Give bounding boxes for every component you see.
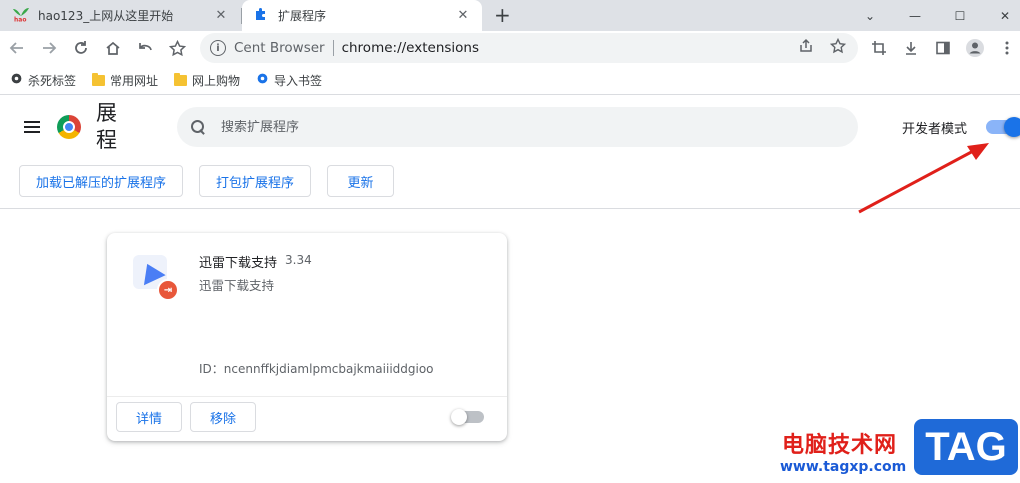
hao123-icon: hao	[12, 6, 30, 25]
back-icon[interactable]	[6, 37, 28, 59]
hamburger-menu-icon[interactable]	[24, 121, 40, 133]
gear-dark-icon	[10, 72, 23, 88]
puzzle-icon	[254, 6, 270, 25]
search-bar[interactable]	[177, 107, 858, 147]
browser-logo-icon	[57, 115, 81, 139]
bookmark-label: 常用网址	[110, 73, 159, 88]
bookmark-star-icon[interactable]	[829, 37, 847, 58]
search-icon	[191, 120, 205, 134]
extension-card: ⇥ 迅雷下载支持 3.34 迅雷下载支持 ID：ncennffkjdiamlpm…	[107, 233, 507, 441]
folder-icon	[174, 72, 188, 86]
bookmark-shopping[interactable]: 网上购物	[174, 72, 240, 89]
bookmark-import[interactable]: 导入书签	[256, 72, 322, 89]
star-icon[interactable]	[166, 37, 188, 59]
watermark-url: www.tagxp.com	[780, 459, 907, 475]
tab-extensions[interactable]: 扩展程序 ✕	[242, 0, 482, 31]
home-icon[interactable]	[102, 37, 124, 59]
bookmark-label: 网上购物	[192, 73, 241, 88]
address-bar[interactable]: i Cent Browser chrome://extensions	[200, 33, 858, 63]
card-divider	[107, 396, 507, 397]
address-divider	[332, 40, 334, 56]
forward-icon[interactable]	[38, 37, 60, 59]
profile-avatar-icon[interactable]	[964, 37, 986, 59]
window-close-button[interactable]: ✕	[985, 0, 1020, 31]
load-unpacked-button[interactable]: 加载已解压的扩展程序	[19, 165, 183, 197]
search-input[interactable]	[221, 119, 821, 135]
crop-icon[interactable]	[868, 37, 890, 59]
download-icon[interactable]	[900, 37, 922, 59]
bookmark-kill-tabs[interactable]: 杀死标签	[10, 72, 76, 89]
browser-name: Cent Browser	[234, 40, 325, 56]
page-title: 展程	[96, 101, 117, 152]
info-icon[interactable]: i	[210, 40, 226, 56]
tab-search-icon[interactable]: ⌄	[850, 0, 890, 31]
thunder-extension-icon: ⇥	[133, 255, 179, 301]
tab-hao123[interactable]: hao hao123_上网从这里开始 ✕	[0, 0, 240, 31]
close-icon[interactable]: ✕	[454, 8, 472, 23]
annotation-arrow	[858, 143, 989, 214]
gear-blue-icon	[256, 72, 269, 88]
details-button[interactable]: 详情	[116, 402, 182, 432]
update-button[interactable]: 更新	[327, 165, 394, 197]
extension-id: ID：ncennffkjdiamlpmcbajkmaiiiddgioo	[199, 362, 434, 376]
bookmarks-bar: 杀死标签 常用网址 网上购物 导入书签	[0, 66, 1020, 95]
watermark-text: 电脑技术网	[782, 433, 898, 458]
tab-title: 扩展程序	[278, 9, 327, 23]
svg-text:hao: hao	[14, 17, 26, 23]
new-tab-button[interactable]: +	[494, 4, 511, 26]
tab-title: hao123_上网从这里开始	[38, 9, 174, 23]
watermark-logo: TAG	[914, 419, 1018, 475]
dev-mode-toggle[interactable]	[986, 117, 1020, 137]
close-icon[interactable]: ✕	[212, 8, 230, 23]
maximize-button[interactable]: ☐	[940, 0, 980, 31]
folder-icon	[92, 72, 106, 86]
bookmark-label: 杀死标签	[28, 73, 77, 88]
extension-enable-toggle[interactable]	[451, 409, 484, 425]
bookmark-common-sites[interactable]: 常用网址	[92, 72, 158, 89]
extension-name: 迅雷下载支持	[199, 256, 278, 271]
tab-strip: hao hao123_上网从这里开始 ✕ 扩展程序 ✕ + ⌄ — ☐ ✕	[0, 0, 1020, 31]
toolbar: i Cent Browser chrome://extensions	[0, 31, 1020, 66]
reload-icon[interactable]	[70, 37, 92, 59]
extension-version: 3.34	[285, 253, 312, 267]
menu-dots-icon[interactable]	[996, 37, 1018, 59]
side-panel-icon[interactable]	[932, 37, 954, 59]
remove-button[interactable]: 移除	[190, 402, 256, 432]
share-icon[interactable]	[798, 38, 814, 58]
bookmark-label: 导入书签	[274, 73, 323, 88]
dev-mode-label: 开发者模式	[902, 122, 968, 137]
minimize-button[interactable]: —	[895, 0, 935, 31]
extension-description: 迅雷下载支持	[199, 278, 275, 293]
undo-close-icon[interactable]	[134, 37, 156, 59]
pack-extension-button[interactable]: 打包扩展程序	[199, 165, 311, 197]
url-text[interactable]: chrome://extensions	[342, 40, 479, 56]
